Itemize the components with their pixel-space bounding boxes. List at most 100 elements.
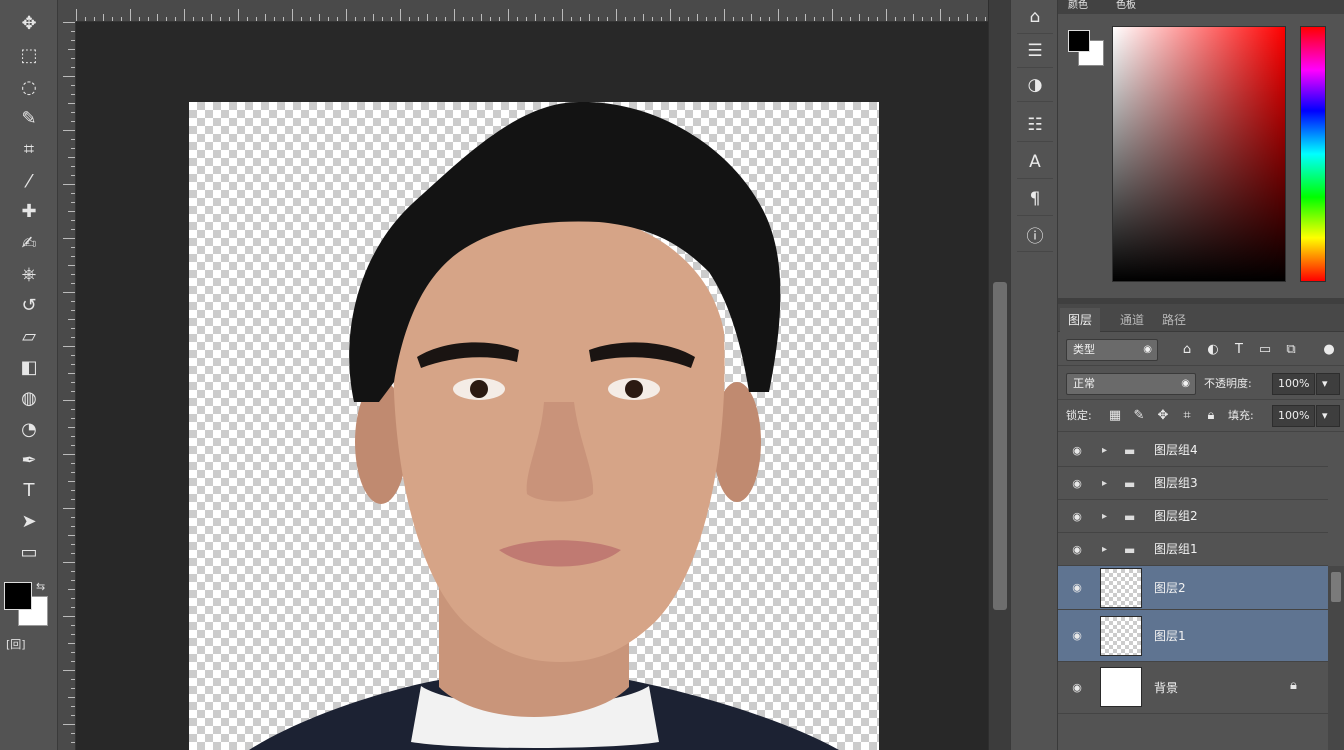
- document-canvas[interactable]: [189, 102, 879, 750]
- ruler-tick: [931, 17, 932, 21]
- lock-pixels-icon[interactable]: ✎: [1130, 406, 1148, 426]
- layers-scrollbar[interactable]: [1328, 566, 1344, 750]
- filter-shape-icon[interactable]: ▭: [1256, 340, 1274, 360]
- opacity-value[interactable]: 100%: [1272, 373, 1316, 395]
- clone-stamp-icon[interactable]: ⎈: [14, 261, 44, 287]
- filter-pixel-icon[interactable]: ⌂: [1178, 340, 1196, 360]
- visibility-eye-icon[interactable]: ◉: [1070, 477, 1084, 491]
- visibility-eye-icon[interactable]: ◉: [1070, 444, 1084, 458]
- vertical-ruler: [58, 0, 76, 750]
- tab-channels[interactable]: 通道: [1112, 308, 1152, 332]
- eraser-icon[interactable]: ▱: [14, 323, 44, 349]
- portrait-image: [249, 102, 839, 750]
- eyedropper-icon[interactable]: ⁄: [14, 168, 44, 194]
- filter-type-icon[interactable]: T: [1230, 340, 1248, 360]
- opacity-dropdown-button[interactable]: ▾: [1316, 373, 1340, 395]
- brush-icon[interactable]: ✍: [14, 230, 44, 256]
- layer-row[interactable]: ◉ ▸ ▬ 图层组4: [1058, 434, 1328, 467]
- chevron-right-icon[interactable]: ▸: [1102, 445, 1112, 457]
- visibility-eye-icon[interactable]: ◉: [1070, 629, 1084, 643]
- filter-toggle-icon[interactable]: ●: [1320, 340, 1338, 360]
- hue-slider[interactable]: [1300, 26, 1326, 282]
- filter-adjustment-icon[interactable]: ◐: [1204, 340, 1222, 360]
- visibility-eye-icon[interactable]: ◉: [1070, 543, 1084, 557]
- shape-icon[interactable]: ▭: [14, 539, 44, 565]
- chevron-right-icon[interactable]: ▸: [1102, 544, 1112, 556]
- layer-row[interactable]: ◉ 背景 🔒︎: [1058, 662, 1328, 714]
- ruler-tick: [877, 17, 878, 21]
- lock-artboard-icon[interactable]: ⌗: [1178, 406, 1196, 426]
- ruler-tick: [71, 175, 75, 176]
- dodge-icon[interactable]: ◔: [14, 416, 44, 442]
- fill-value[interactable]: 100%: [1272, 405, 1316, 427]
- chevron-right-icon[interactable]: ▸: [1102, 511, 1112, 523]
- tab-swatches[interactable]: 色板: [1108, 0, 1144, 14]
- ruler-tick: [63, 184, 75, 185]
- tab-paths[interactable]: 路径: [1154, 308, 1194, 332]
- canvas-area[interactable]: [76, 22, 988, 750]
- rect-marquee-icon[interactable]: ⬚: [14, 42, 44, 68]
- ruler-tick: [346, 9, 347, 21]
- healing-brush-icon[interactable]: ✚: [14, 198, 44, 224]
- color-picker-field[interactable]: [1112, 26, 1286, 282]
- blur-icon[interactable]: ◍: [14, 385, 44, 411]
- lock-transparent-icon[interactable]: ▦: [1106, 406, 1124, 426]
- properties-icon[interactable]: ☰: [1017, 34, 1053, 68]
- layer-row[interactable]: ◉ ▸ ▬ 图层组1: [1058, 533, 1328, 566]
- lock-all-icon[interactable]: 🔒︎: [1202, 406, 1220, 426]
- quick-mask-button[interactable]: [回]: [6, 636, 26, 652]
- scrollbar-thumb[interactable]: [993, 282, 1007, 610]
- foreground-color-swatch[interactable]: [4, 582, 32, 610]
- blend-mode-select[interactable]: 正常 ◉: [1066, 373, 1196, 395]
- canvas-vertical-scrollbar[interactable]: [988, 0, 1010, 750]
- ruler-tick: [71, 148, 75, 149]
- gradient-icon[interactable]: ◧: [14, 354, 44, 380]
- layer-row[interactable]: ◉ 图层2: [1058, 566, 1328, 610]
- ruler-tick: [787, 17, 788, 21]
- adjustments-icon[interactable]: ◑: [1017, 68, 1053, 102]
- fill-label: 填充:: [1228, 409, 1254, 422]
- ruler-tick: [292, 9, 293, 21]
- color-panel-foreground-swatch[interactable]: [1068, 30, 1090, 52]
- ruler-tick: [958, 17, 959, 21]
- ruler-tick: [499, 17, 500, 21]
- ruler-tick: [868, 17, 869, 21]
- filter-smart-object-icon[interactable]: ⧉: [1282, 340, 1300, 360]
- path-select-icon[interactable]: ➤: [14, 508, 44, 534]
- brushes-icon[interactable]: ☷: [1017, 108, 1053, 142]
- visibility-eye-icon[interactable]: ◉: [1070, 510, 1084, 524]
- chevron-right-icon[interactable]: ▸: [1102, 478, 1112, 490]
- lasso-icon[interactable]: ◌: [14, 74, 44, 100]
- ruler-tick: [68, 427, 75, 428]
- ruler-origin[interactable]: [58, 0, 76, 22]
- layer-name: 图层组3: [1154, 476, 1198, 490]
- ruler-tick: [71, 733, 75, 734]
- ruler-tick: [71, 31, 75, 32]
- fill-dropdown-button[interactable]: ▾: [1316, 405, 1340, 427]
- filter-kind-select[interactable]: 类型 ◉: [1066, 339, 1158, 361]
- scrollbar-thumb[interactable]: [1331, 572, 1341, 602]
- type-icon[interactable]: T: [14, 477, 44, 503]
- visibility-eye-icon[interactable]: ◉: [1070, 581, 1084, 595]
- layer-row[interactable]: ◉ 图层1: [1058, 610, 1328, 662]
- ruler-tick: [643, 14, 644, 21]
- paragraph-icon[interactable]: ¶: [1017, 182, 1053, 216]
- character-icon[interactable]: A: [1017, 145, 1053, 179]
- tab-color[interactable]: 颜色: [1060, 0, 1096, 14]
- history-brush-icon[interactable]: ↺: [14, 292, 44, 318]
- quick-select-icon[interactable]: ✎: [14, 105, 44, 131]
- layer-row[interactable]: ◉ ▸ ▬ 图层组3: [1058, 467, 1328, 500]
- crop-icon[interactable]: ⌗: [14, 136, 44, 162]
- swap-colors-icon[interactable]: ⇆: [36, 580, 45, 593]
- ruler-tick: [832, 9, 833, 21]
- history-icon[interactable]: ⌂: [1017, 0, 1053, 34]
- ruler-tick: [63, 346, 75, 347]
- visibility-eye-icon[interactable]: ◉: [1070, 681, 1084, 695]
- info-icon[interactable]: ⓘ: [1017, 218, 1053, 252]
- tab-layers[interactable]: 图层: [1060, 308, 1101, 332]
- move-icon[interactable]: ✥: [14, 10, 44, 36]
- pen-icon[interactable]: ✒: [14, 447, 44, 473]
- layer-row[interactable]: ◉ ▸ ▬ 图层组2: [1058, 500, 1328, 533]
- ruler-tick: [68, 373, 75, 374]
- lock-position-icon[interactable]: ✥: [1154, 406, 1172, 426]
